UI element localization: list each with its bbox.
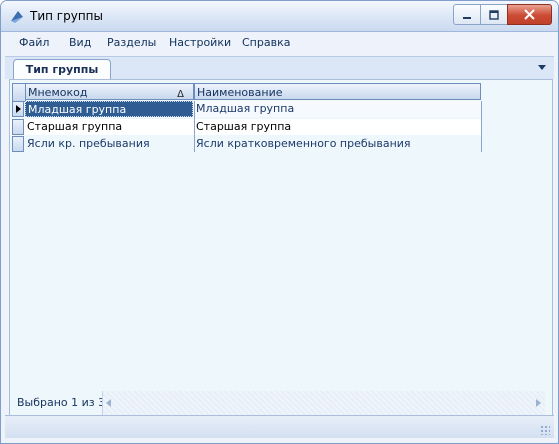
horizontal-scrollbar[interactable] (102, 391, 545, 415)
window-controls (453, 4, 552, 25)
menu-help[interactable]: Справка (242, 36, 290, 49)
column-header-mnemocode[interactable]: Мнемокод Δ (25, 83, 194, 100)
menu-view[interactable]: Вид (69, 36, 91, 49)
scroll-left-icon[interactable] (106, 399, 111, 407)
app-icon (11, 11, 23, 23)
cell-name[interactable]: Ясли кратковременного пребывания (194, 136, 482, 152)
minimize-icon (463, 16, 471, 19)
tab-strip: Тип группы (5, 56, 554, 79)
tab-group-type[interactable]: Тип группы (13, 59, 111, 79)
cell-name[interactable]: Старшая группа (194, 119, 482, 135)
table-row[interactable]: Старшая группа Старшая группа (10, 119, 482, 135)
window-status-bar (5, 415, 554, 438)
menu-file[interactable]: Файл (19, 36, 49, 49)
menu-sections[interactable]: Разделы (107, 36, 156, 49)
menu-settings[interactable]: Настройки (169, 36, 231, 49)
grid-status-bar: Выбрано 1 из 3 (10, 391, 552, 415)
column-divider (481, 101, 482, 152)
row-selector[interactable] (12, 136, 24, 152)
maximize-button[interactable] (480, 4, 508, 25)
grid-header: Мнемокод Δ Наименование (10, 83, 482, 102)
cell-mnemocode[interactable]: Младшая группа (25, 101, 193, 117)
minimize-button[interactable] (453, 4, 481, 25)
title-bar[interactable]: Тип группы (1, 1, 558, 32)
cell-mnemocode[interactable]: Ясли кр. пребывания (25, 136, 193, 152)
table-row[interactable]: Младшая группа Младшая группа (10, 101, 482, 117)
table-row[interactable]: Ясли кр. пребывания Ясли кратковременног… (10, 136, 482, 152)
column-header-label: Наименование (197, 86, 283, 99)
resize-grip-icon[interactable] (540, 425, 550, 435)
row-selector[interactable] (12, 101, 24, 117)
close-button[interactable] (507, 4, 552, 25)
window-title: Тип группы (30, 9, 103, 23)
row-selector[interactable] (12, 119, 24, 135)
maximize-icon (489, 9, 499, 20)
current-row-icon (16, 105, 21, 113)
close-icon (524, 9, 535, 20)
cell-mnemocode[interactable]: Старшая группа (25, 119, 193, 135)
column-divider (194, 101, 195, 152)
data-grid: Мнемокод Δ Наименование Младшая группа М… (9, 79, 553, 416)
column-header-name[interactable]: Наименование (194, 83, 481, 100)
tab-dropdown-icon[interactable] (538, 65, 546, 70)
column-header-label: Мнемокод (28, 86, 88, 99)
cell-name[interactable]: Младшая группа (194, 101, 482, 117)
app-window: Тип группы Файл Вид Разделы Настройки Сп… (0, 0, 559, 444)
menu-bar: Файл Вид Разделы Настройки Справка (5, 32, 554, 54)
header-select-all[interactable] (12, 83, 26, 102)
selection-count: Выбрано 1 из 3 (17, 396, 106, 409)
scroll-right-icon[interactable] (536, 399, 541, 407)
